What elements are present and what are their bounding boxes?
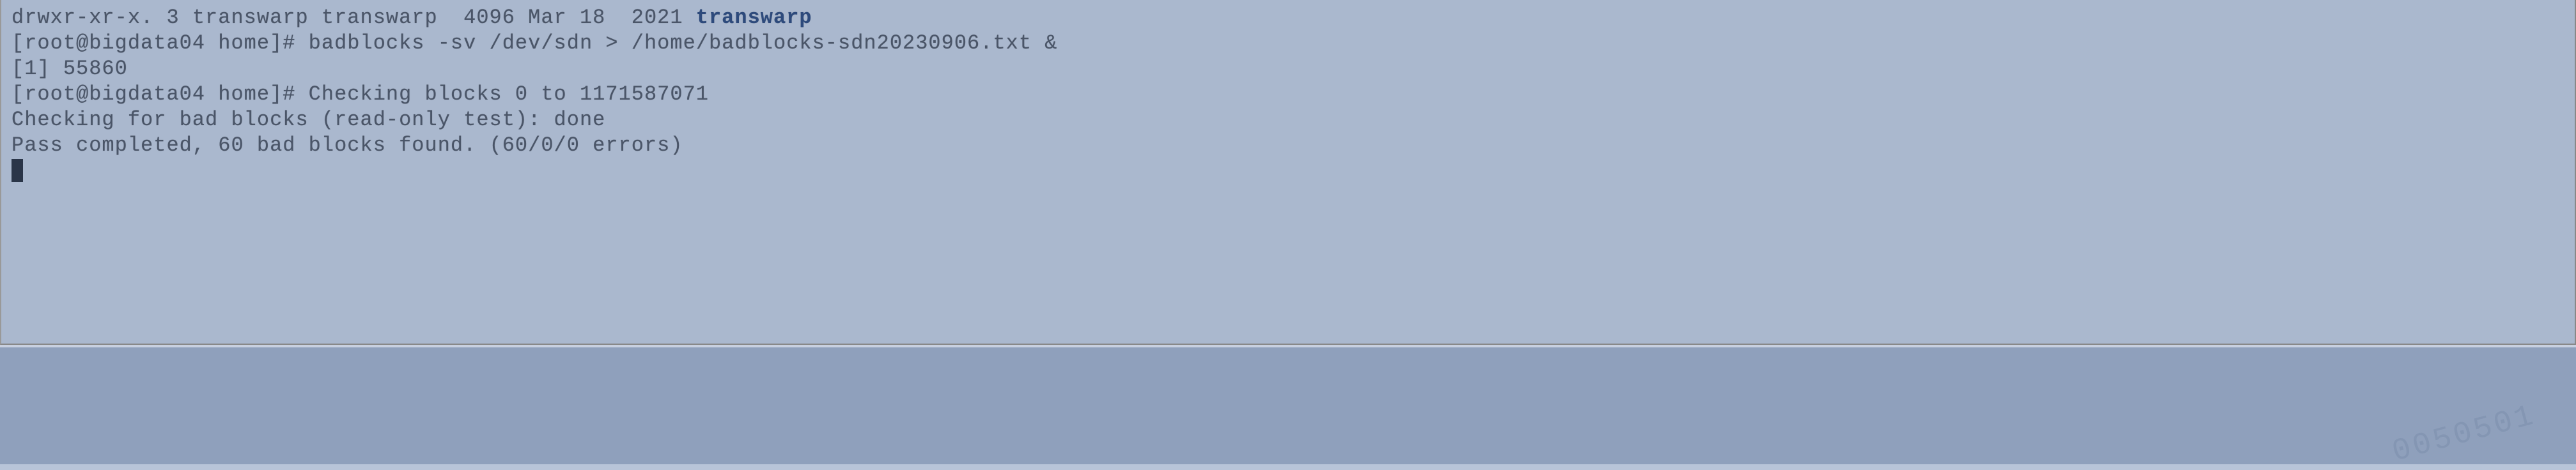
terminal-line: [root@bigdata04 home]# badblocks -sv /de… bbox=[12, 31, 2564, 56]
terminal-line: [1] 55860 bbox=[12, 56, 2564, 82]
terminal-line: Checking for bad blocks (read-only test)… bbox=[12, 107, 2564, 133]
terminal-window[interactable]: drwxr-xr-x. 3 transwarp transwarp 4096 M… bbox=[0, 0, 2576, 345]
terminal-text: [root@bigdata04 home]# Checking blocks 0… bbox=[12, 82, 709, 106]
terminal-line: [root@bigdata04 home]# Checking blocks 0… bbox=[12, 82, 2564, 107]
terminal-text: [1] 55860 bbox=[12, 57, 128, 80]
terminal-text: Pass completed, 60 bad blocks found. (60… bbox=[12, 133, 683, 157]
terminal-text: drwxr-xr-x. 3 transwarp transwarp 4096 M… bbox=[12, 6, 696, 29]
desktop-panel: 0050501 bbox=[0, 345, 2576, 464]
terminal-output: drwxr-xr-x. 3 transwarp transwarp 4096 M… bbox=[12, 5, 2564, 158]
watermark-text: 0050501 bbox=[2389, 398, 2540, 470]
terminal-text: Checking for bad blocks (read-only test)… bbox=[12, 108, 605, 132]
directory-name: transwarp bbox=[696, 6, 812, 29]
terminal-text: [root@bigdata04 home]# badblocks -sv /de… bbox=[12, 31, 1057, 55]
terminal-cursor bbox=[12, 159, 23, 182]
terminal-line: Pass completed, 60 bad blocks found. (60… bbox=[12, 133, 2564, 158]
terminal-line: drwxr-xr-x. 3 transwarp transwarp 4096 M… bbox=[12, 5, 2564, 31]
